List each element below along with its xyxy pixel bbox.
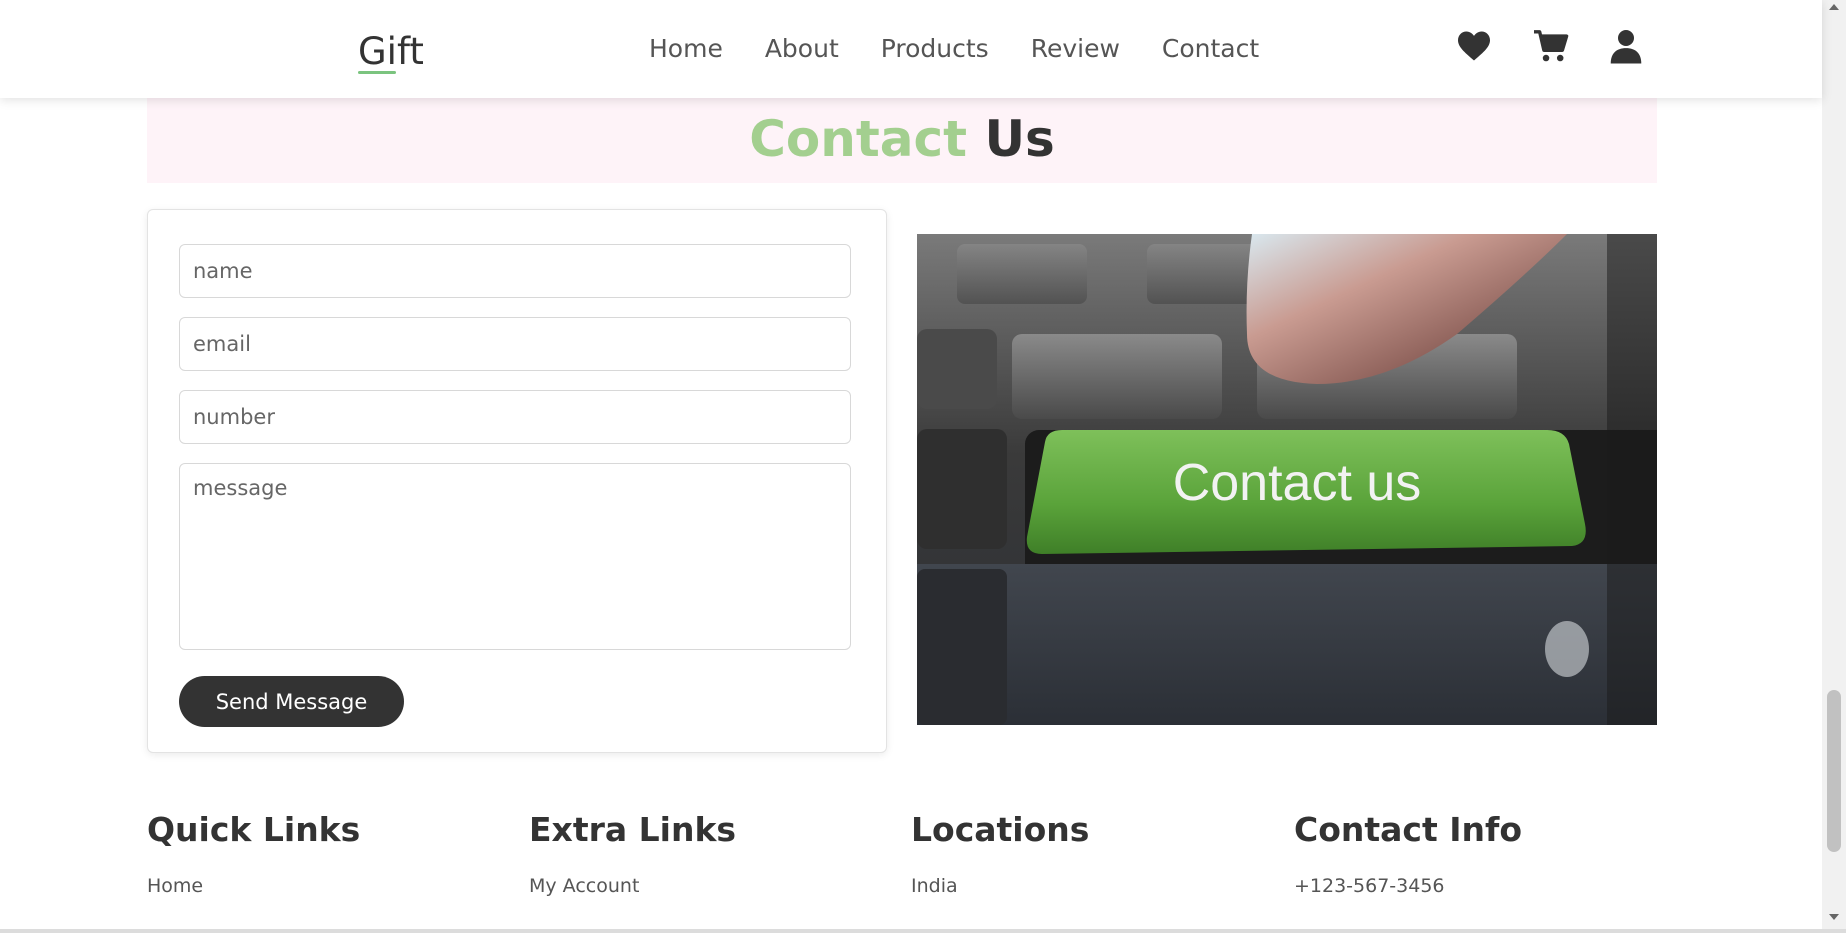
cart-icon[interactable]: [1532, 29, 1570, 63]
footer-extra-links: Extra Links My Account: [529, 810, 736, 897]
main-nav: Home About Products Review Contact: [649, 34, 1259, 63]
contact-phone[interactable]: +123-567-3456: [1294, 875, 1522, 897]
heading-rest: Us: [984, 110, 1055, 168]
contact-heading: Contact Us: [147, 98, 1657, 168]
send-message-button[interactable]: Send Message: [179, 676, 404, 727]
location-india[interactable]: India: [911, 875, 1089, 897]
logo[interactable]: Gift: [358, 30, 424, 73]
quick-links-title: Quick Links: [147, 810, 361, 849]
extra-link-my-account[interactable]: My Account: [529, 875, 736, 897]
footer-quick-links: Quick Links Home: [147, 810, 360, 897]
number-input[interactable]: [179, 390, 851, 444]
heading-highlight: Contact: [749, 110, 968, 168]
nav-home[interactable]: Home: [649, 34, 723, 63]
message-textarea[interactable]: [179, 463, 851, 650]
extra-links-title: Extra Links: [529, 810, 737, 849]
nav-about[interactable]: About: [765, 34, 839, 63]
nav-contact[interactable]: Contact: [1162, 34, 1259, 63]
user-icon[interactable]: [1610, 28, 1642, 64]
nav-products[interactable]: Products: [881, 34, 989, 63]
heart-icon[interactable]: [1456, 30, 1492, 62]
locations-title: Locations: [911, 810, 1090, 849]
contact-heading-band: Contact Us: [147, 98, 1657, 183]
scroll-thumb[interactable]: [1827, 690, 1841, 852]
contact-form: Send Message: [147, 209, 887, 753]
contact-info-title: Contact Info: [1294, 810, 1523, 849]
name-input[interactable]: [179, 244, 851, 298]
footer-locations: Locations India: [911, 810, 1089, 897]
scroll-down-arrow-icon[interactable]: [1829, 914, 1839, 920]
site-header: Gift Home About Products Review Contact: [0, 0, 1822, 98]
contact-image: Contact us: [917, 234, 1657, 725]
footer-contact-info: Contact Info +123-567-3456: [1294, 810, 1522, 897]
logo-underline: [358, 71, 396, 74]
email-input[interactable]: [179, 317, 851, 371]
nav-review[interactable]: Review: [1031, 34, 1120, 63]
page-scrollbar[interactable]: [1822, 0, 1846, 933]
header-icons: [1456, 28, 1642, 64]
scroll-up-arrow-icon[interactable]: [1829, 4, 1839, 10]
window-bottom-edge: [0, 929, 1846, 933]
quick-link-home[interactable]: Home: [147, 875, 360, 897]
key-label: Contact us: [1173, 454, 1422, 512]
